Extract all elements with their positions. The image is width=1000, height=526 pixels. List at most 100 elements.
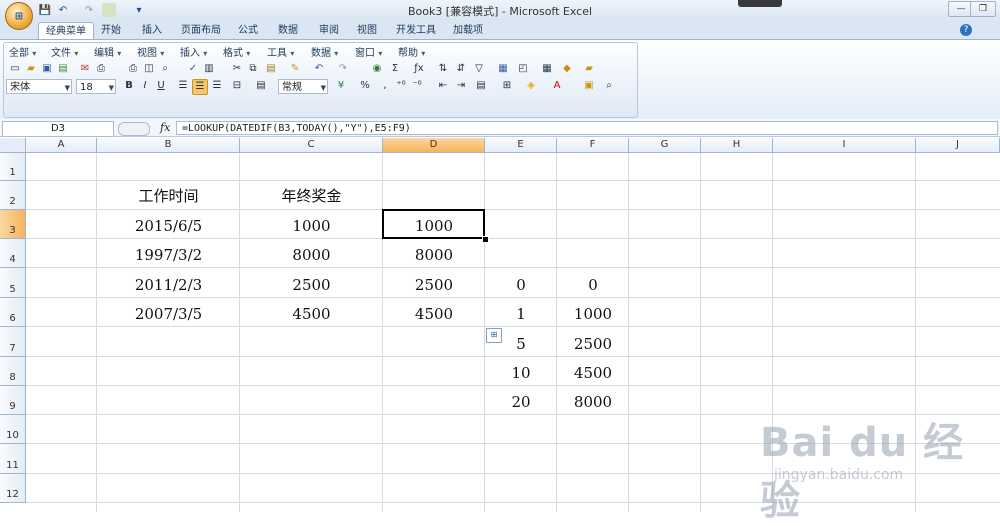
column-header-a[interactable]: A [26, 138, 97, 153]
select-all-corner[interactable] [0, 138, 26, 153]
column-header-b[interactable]: B [97, 138, 240, 153]
merge-center-icon[interactable]: ⊟ [230, 79, 244, 93]
tab-developer[interactable]: 开发工具 [389, 22, 443, 39]
align-left-icon[interactable]: ☰ [176, 79, 190, 93]
menu-format[interactable]: 格式 ▾ [223, 44, 250, 59]
increase-indent-icon[interactable]: ⇥ [454, 79, 468, 93]
column-header-i[interactable]: I [773, 138, 916, 153]
font-color-icon[interactable]: A [550, 79, 564, 93]
row-header-1[interactable]: 1 [0, 153, 26, 181]
menu-window[interactable]: 窗口 ▾ [355, 44, 382, 59]
tab-data[interactable]: 数据 [271, 22, 305, 39]
hyperlink-icon[interactable]: ◉ [370, 62, 384, 76]
tab-classic-menu[interactable]: 经典菜单 [38, 22, 94, 40]
menu-file[interactable]: 文件 ▾ [51, 44, 78, 59]
cell-f9[interactable]: 8000 [557, 386, 629, 415]
cell-f7[interactable]: 2500 [557, 327, 629, 357]
row-header-10[interactable]: 10 [0, 415, 26, 444]
tab-insert[interactable]: 插入 [135, 22, 169, 39]
cut-icon[interactable]: ✂ [230, 62, 244, 76]
column-header-d[interactable]: D [383, 138, 485, 153]
cell-e9[interactable]: 20 [485, 386, 557, 415]
cell-c4[interactable]: 8000 [240, 239, 383, 268]
row-header-12[interactable]: 12 [0, 474, 26, 503]
row-header-4[interactable]: 4 [0, 239, 26, 268]
percent-icon[interactable]: % [358, 79, 372, 93]
paste-options-icon[interactable]: ⊞ [486, 328, 502, 343]
cell-c6[interactable]: 4500 [240, 298, 383, 327]
sort-descending-icon[interactable]: ⇵ [454, 62, 468, 76]
column-header-c[interactable]: C [240, 138, 383, 153]
cell-f6[interactable]: 1000 [557, 298, 629, 327]
autosum-icon[interactable]: Σ [388, 62, 402, 76]
research-icon[interactable]: ⌕ [158, 62, 172, 76]
row-header-7[interactable]: 7 [0, 327, 26, 357]
increase-decimal-icon[interactable]: ⁺⁰ [394, 79, 408, 93]
format-painter-icon[interactable]: ✎ [288, 62, 302, 76]
cell-b3[interactable]: 2015/6/5 [97, 210, 240, 239]
menu-view[interactable]: 视图 ▾ [137, 44, 164, 59]
cell-b5[interactable]: 2011/2/3 [97, 268, 240, 298]
table-icon[interactable]: ▦ [540, 62, 554, 76]
row-header-6[interactable]: 6 [0, 298, 26, 327]
cell-d6[interactable]: 4500 [383, 298, 485, 327]
zoom-icon[interactable]: ⌕ [602, 79, 616, 93]
tab-review[interactable]: 审阅 [312, 22, 346, 39]
restore-button[interactable]: ❐ [970, 1, 996, 17]
spelling-icon[interactable]: ✓ [186, 62, 200, 76]
cell-c2[interactable]: 年终奖金 [240, 181, 383, 210]
cell-b2[interactable]: 工作时间 [97, 181, 240, 210]
tab-formulas[interactable]: 公式 [231, 22, 265, 39]
formula-expand-icon[interactable] [118, 122, 150, 136]
redo-icon[interactable]: ↷ [336, 62, 350, 76]
font-name-combo[interactable]: 宋体 ▼ [6, 79, 72, 94]
cell-d4[interactable]: 8000 [383, 239, 485, 268]
folder-icon[interactable]: ▰ [582, 62, 596, 76]
new-file-icon[interactable]: ▭ [8, 62, 22, 76]
column-header-f[interactable]: F [557, 138, 629, 153]
highlight-icon[interactable]: ◆ [560, 62, 574, 76]
fill-color-icon[interactable]: ◈ [524, 79, 538, 93]
chart-icon[interactable]: ▦ [496, 62, 510, 76]
column-header-j[interactable]: J [916, 138, 1000, 153]
row-header-2[interactable]: 2 [0, 181, 26, 210]
borders-icon[interactable]: ⊞ [500, 79, 514, 93]
column-header-g[interactable]: G [629, 138, 701, 153]
print-icon[interactable]: ⎙ [126, 62, 140, 76]
cell-f8[interactable]: 4500 [557, 357, 629, 386]
italic-icon[interactable]: I [138, 79, 152, 93]
menu-insert[interactable]: 插入 ▾ [180, 44, 207, 59]
undo-icon[interactable]: ↶ [312, 62, 326, 76]
copy-icon[interactable]: ⧉ [246, 62, 260, 76]
menu-data[interactable]: 数据 ▾ [311, 44, 338, 59]
align-right-icon[interactable]: ☰ [210, 79, 224, 93]
research-book-icon[interactable]: ▥ [202, 62, 216, 76]
menu-help[interactable]: 帮助 ▾ [398, 44, 425, 59]
formula-input[interactable]: =LOOKUP(DATEDIF(B3,TODAY(),"Y"),E5:F9) [176, 121, 998, 135]
office-button[interactable]: ⊞ [5, 2, 33, 30]
menu-edit[interactable]: 编辑 ▾ [94, 44, 121, 59]
save-file-icon[interactable]: ▣ [40, 62, 54, 76]
number-format-combo[interactable]: 常规 ▼ [278, 79, 328, 94]
cell-f5[interactable]: 0 [557, 268, 629, 298]
row-header-11[interactable]: 11 [0, 444, 26, 474]
drawing-icon[interactable]: ◰ [516, 62, 530, 76]
row-header-3[interactable]: 3 [0, 210, 26, 239]
cell-e5[interactable]: 0 [485, 268, 557, 298]
row-header-9[interactable]: 9 [0, 386, 26, 415]
row-header-8[interactable]: 8 [0, 357, 26, 386]
mail-icon[interactable]: ✉ [78, 62, 92, 76]
column-header-h[interactable]: H [701, 138, 773, 153]
paste-icon[interactable]: ▤ [264, 62, 278, 76]
menu-all[interactable]: 全部 ▾ [9, 44, 36, 59]
cell-d5[interactable]: 2500 [383, 268, 485, 298]
decrease-indent-icon[interactable]: ⇤ [436, 79, 450, 93]
tab-view[interactable]: 视图 [350, 22, 384, 39]
permission-icon[interactable]: ▤ [56, 62, 70, 76]
help-icon[interactable]: ? [960, 24, 972, 36]
print-preview-icon[interactable]: ⎙ [94, 62, 108, 76]
bold-icon[interactable]: B [122, 79, 136, 93]
currency-icon[interactable]: ¥ [334, 79, 348, 93]
cell-c5[interactable]: 2500 [240, 268, 383, 298]
menu-tools[interactable]: 工具 ▾ [267, 44, 294, 59]
